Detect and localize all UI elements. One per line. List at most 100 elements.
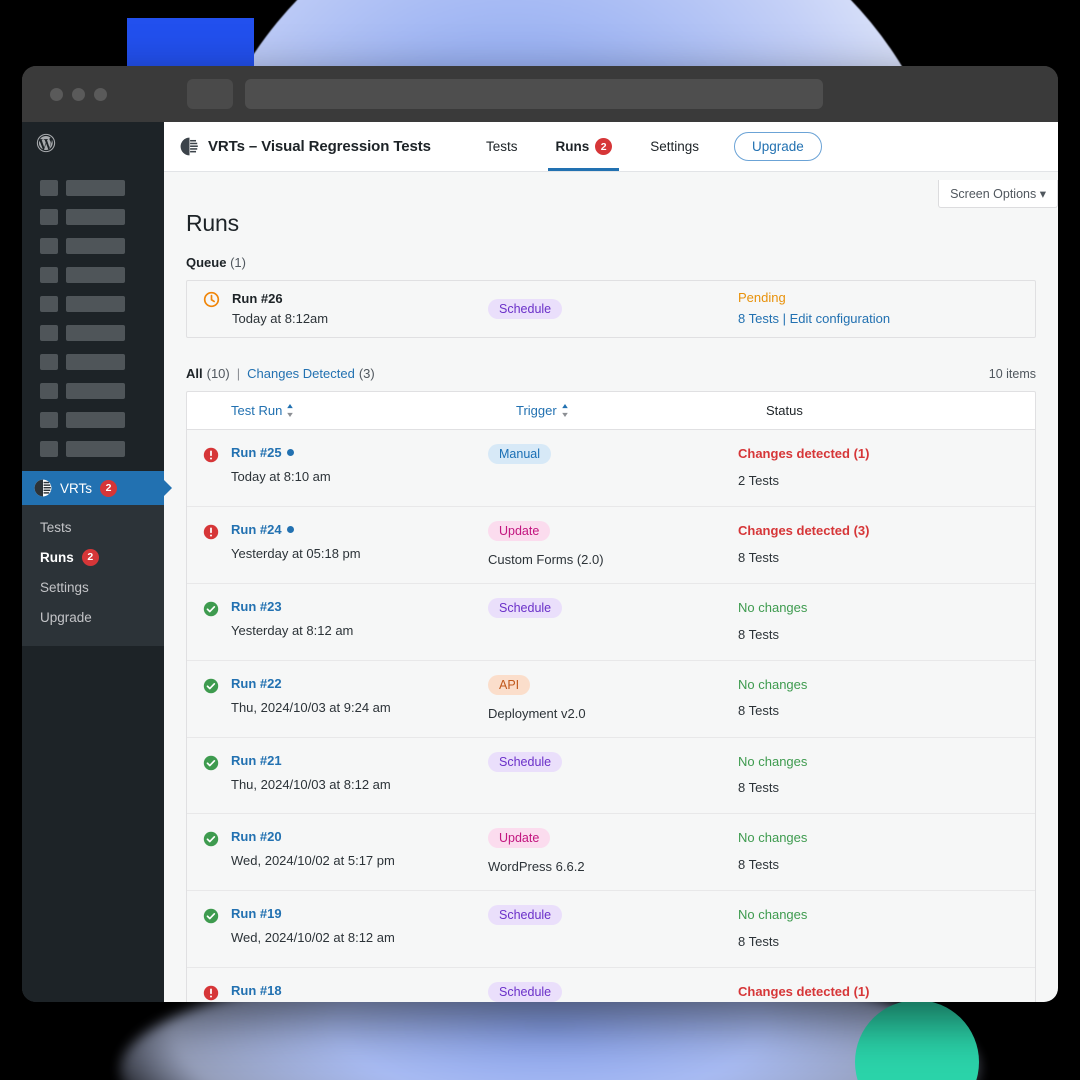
- status-badge: Changes detected (3): [738, 522, 870, 538]
- table-row[interactable]: Run #20 Wed, 2024/10/02 at 5:17 pm Update W…: [187, 814, 1035, 892]
- wordpress-viewport: VRTs 2 Tests Runs 2 Settings Upgrade VRT…: [22, 122, 1058, 1002]
- column-header-trigger[interactable]: Trigger: [516, 403, 766, 418]
- placeholder-icon: [40, 266, 58, 283]
- close-window-dot[interactable]: [50, 87, 63, 101]
- upgrade-button[interactable]: Upgrade: [733, 132, 822, 161]
- sidebar-item-vrts[interactable]: VRTs 2: [22, 471, 164, 505]
- row-status-cell: Changes detected (1) 2 Tests: [738, 444, 1035, 492]
- tab-runs[interactable]: Runs 2: [536, 122, 631, 171]
- tab-settings[interactable]: Settings: [631, 122, 718, 171]
- sidebar-placeholder-item: [22, 173, 164, 202]
- runs-page-body: Screen Options ▾ Runs Queue (1) Run #26 …: [164, 172, 1058, 1002]
- row-trigger-cell: API Deployment v2.0: [488, 674, 738, 723]
- trigger-subtitle: WordPress 6.6.2: [488, 859, 585, 875]
- row-trigger-cell: Manual: [488, 444, 738, 492]
- column-header-test-run-label: Test Run: [231, 403, 283, 418]
- placeholder-label: [66, 237, 125, 254]
- new-indicator-dot: [286, 449, 294, 456]
- row-trigger-badge: Schedule: [488, 597, 563, 618]
- column-header-status: Status: [766, 403, 1035, 418]
- row-run-name[interactable]: Run #22: [231, 676, 282, 691]
- vrts-logo-icon: [180, 137, 199, 156]
- minimize-window-dot[interactable]: [72, 87, 85, 101]
- filter-all-label[interactable]: All: [186, 366, 203, 381]
- queue-edit-configuration-link[interactable]: Edit configuration: [790, 311, 890, 326]
- screen-options-button[interactable]: Screen Options ▾: [938, 180, 1058, 208]
- row-run-name[interactable]: Run #19: [231, 906, 282, 921]
- runs-filter-bar: All (10) | Changes Detected (3) 10 items: [186, 366, 1036, 381]
- row-run-name[interactable]: Run #21: [231, 753, 282, 768]
- row-trigger-cell: Schedule: [488, 751, 738, 800]
- row-trigger-cell: Schedule: [488, 905, 738, 953]
- status-badge: No changes: [738, 676, 808, 692]
- row-trigger-badge: Schedule: [488, 982, 563, 1002]
- queue-trigger-badge: Schedule: [488, 299, 563, 319]
- sidebar-item-settings[interactable]: Settings: [22, 572, 164, 602]
- status-badge: No changes: [738, 753, 808, 769]
- row-status-cell: Changes detected (1)7 Tests: [738, 982, 1035, 1002]
- chevron-down-icon: ▾: [1039, 187, 1046, 201]
- brand: VRTs – Visual Regression Tests: [180, 137, 431, 156]
- success-icon: [203, 832, 219, 847]
- column-header-test-run[interactable]: Test Run: [231, 403, 516, 418]
- maximize-window-dot[interactable]: [94, 87, 107, 101]
- sidebar-placeholder-item: [22, 260, 164, 289]
- row-status-cell: Changes detected (3) 8 Tests: [738, 521, 1035, 569]
- filter-changes-detected-label[interactable]: Changes Detected: [247, 366, 355, 381]
- placeholder-icon: [40, 208, 58, 225]
- queue-run-cell: Run #26 Today at 8:12am: [203, 289, 488, 330]
- row-status-cell: No changes 8 Tests: [738, 752, 1035, 800]
- row-run-text: Run #19 Wed, 2024/10/02 at 8:12 am: [231, 905, 395, 953]
- row-tests-count: 8 Tests: [738, 857, 779, 873]
- row-run-time: Thu, 2024/10/03 at 8:12 am: [231, 776, 391, 792]
- runs-table-header: Test Run Trigger Status: [187, 392, 1035, 430]
- row-tests-count: 2 Tests: [738, 472, 779, 488]
- row-run-name[interactable]: Run #20: [231, 829, 282, 844]
- row-run-text: Run #20 Wed, 2024/10/02 at 5:17 pm: [231, 828, 395, 876]
- table-row[interactable]: Run #23 Yesterday at 8:12 am Schedule No ch…: [187, 583, 1035, 661]
- column-header-status-label: Status: [766, 403, 803, 418]
- sidebar-submenu: Tests Runs 2 Settings Upgrade: [22, 505, 164, 646]
- row-run-time: Wed, 2024/10/02 at 5:17 pm: [231, 853, 395, 869]
- placeholder-label: [66, 179, 125, 196]
- row-run-time: Wed, 2024/10/02 at 8:12 am: [231, 930, 395, 946]
- placeholder-label: [66, 411, 125, 428]
- sidebar-item-runs[interactable]: Runs 2: [22, 542, 164, 572]
- row-run-name[interactable]: Run #24: [231, 522, 282, 537]
- filter-changes-detected-count: (3): [358, 366, 375, 381]
- table-row[interactable]: Run #19 Wed, 2024/10/02 at 8:12 am Schedul…: [187, 891, 1035, 969]
- sidebar-item-upgrade[interactable]: Upgrade: [22, 602, 164, 632]
- table-row[interactable]: Run #18Tue, 2024/10/01 at 8:12 am Schedul…: [187, 968, 1035, 1002]
- queue-tests-link[interactable]: 8 Tests: [738, 311, 779, 326]
- queue-link-separator: |: [782, 311, 786, 327]
- plugin-content: VRTs – Visual Regression Tests Tests Run…: [164, 122, 1058, 1002]
- table-row[interactable]: Run #24 Yesterday at 05:18 pm Update Custom…: [187, 506, 1035, 584]
- sidebar-placeholder-items: [22, 173, 164, 463]
- table-row[interactable]: Run #21 Thu, 2024/10/03 at 8:12 am Schedul…: [187, 737, 1035, 815]
- tab-tests[interactable]: Tests: [467, 122, 537, 171]
- row-tests-count: 8 Tests: [738, 626, 779, 642]
- placeholder-icon: [40, 440, 58, 457]
- row-run-name[interactable]: Run #23: [231, 599, 282, 614]
- status-badge: No changes: [738, 830, 808, 846]
- table-row[interactable]: Run #25 Today at 8:10 am Manual Changes det…: [187, 430, 1035, 507]
- table-row[interactable]: Run #22 Thu, 2024/10/03 at 9:24 am API Depl…: [187, 660, 1035, 738]
- row-status-cell: No changes 8 Tests: [738, 828, 1035, 876]
- row-status-cell: No changes 8 Tests: [738, 598, 1035, 646]
- window-controls[interactable]: [50, 87, 107, 101]
- row-tests-count: 8 Tests: [738, 549, 779, 565]
- queue-run-name[interactable]: Run #26: [232, 289, 328, 309]
- placeholder-icon: [40, 411, 58, 428]
- queue-card[interactable]: Run #26 Today at 8:12am Schedule Pending…: [186, 280, 1036, 338]
- row-run-name[interactable]: Run #25: [231, 445, 282, 460]
- sidebar-placeholder-item: [22, 202, 164, 231]
- placeholder-icon: [40, 353, 58, 370]
- row-test-run-cell: Run #18Tue, 2024/10/01 at 8:12 am: [203, 982, 488, 1002]
- url-input[interactable]: [245, 79, 823, 109]
- placeholder-icon: [40, 237, 58, 254]
- row-status-cell: No changes 8 Tests: [738, 905, 1035, 953]
- row-run-time: Today at 8:10 am: [231, 469, 331, 484]
- row-run-name[interactable]: Run #18: [231, 983, 282, 998]
- browser-tab-stub[interactable]: [187, 79, 233, 109]
- sidebar-item-tests[interactable]: Tests: [22, 512, 164, 542]
